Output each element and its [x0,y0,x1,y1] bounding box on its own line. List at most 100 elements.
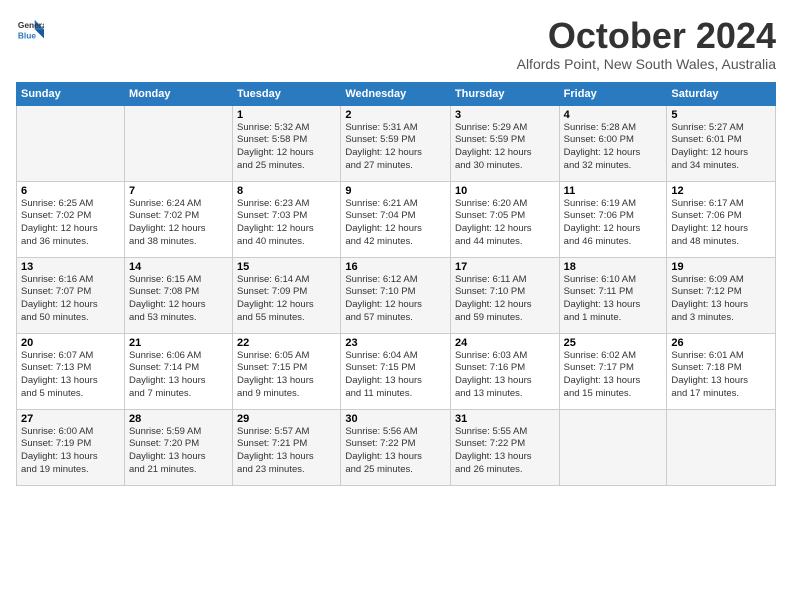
cell-content: Sunrise: 5:29 AM Sunset: 5:59 PM Dayligh… [455,122,555,173]
cell-content: Sunrise: 6:25 AM Sunset: 7:02 PM Dayligh… [21,198,120,249]
calendar-cell: 8Sunrise: 6:23 AM Sunset: 7:03 PM Daylig… [233,181,341,257]
day-number: 20 [21,337,120,349]
cell-content: Sunrise: 6:11 AM Sunset: 7:10 PM Dayligh… [455,274,555,325]
day-number: 5 [671,109,771,121]
calendar-cell [559,409,667,485]
day-number: 28 [129,413,228,425]
day-number: 19 [671,261,771,273]
calendar-cell: 29Sunrise: 5:57 AM Sunset: 7:21 PM Dayli… [233,409,341,485]
calendar-cell: 17Sunrise: 6:11 AM Sunset: 7:10 PM Dayli… [450,257,559,333]
calendar-cell: 13Sunrise: 6:16 AM Sunset: 7:07 PM Dayli… [17,257,125,333]
day-number: 24 [455,337,555,349]
col-thursday: Thursday [450,82,559,105]
cell-content: Sunrise: 6:04 AM Sunset: 7:15 PM Dayligh… [345,350,446,401]
calendar-cell: 3Sunrise: 5:29 AM Sunset: 5:59 PM Daylig… [450,105,559,181]
cell-content: Sunrise: 5:57 AM Sunset: 7:21 PM Dayligh… [237,426,336,477]
day-number: 25 [564,337,663,349]
svg-text:General: General [18,20,44,30]
month-title: October 2024 [517,16,776,56]
logo-icon: General Blue [16,16,44,44]
day-number: 18 [564,261,663,273]
day-number: 30 [345,413,446,425]
cell-content: Sunrise: 6:07 AM Sunset: 7:13 PM Dayligh… [21,350,120,401]
cell-content: Sunrise: 6:20 AM Sunset: 7:05 PM Dayligh… [455,198,555,249]
calendar-cell: 4Sunrise: 5:28 AM Sunset: 6:00 PM Daylig… [559,105,667,181]
calendar-cell: 30Sunrise: 5:56 AM Sunset: 7:22 PM Dayli… [341,409,451,485]
day-number: 29 [237,413,336,425]
cell-content: Sunrise: 6:16 AM Sunset: 7:07 PM Dayligh… [21,274,120,325]
calendar-cell: 1Sunrise: 5:32 AM Sunset: 5:58 PM Daylig… [233,105,341,181]
cell-content: Sunrise: 6:03 AM Sunset: 7:16 PM Dayligh… [455,350,555,401]
calendar-cell: 16Sunrise: 6:12 AM Sunset: 7:10 PM Dayli… [341,257,451,333]
calendar-cell: 24Sunrise: 6:03 AM Sunset: 7:16 PM Dayli… [450,333,559,409]
day-number: 11 [564,185,663,197]
col-wednesday: Wednesday [341,82,451,105]
col-sunday: Sunday [17,82,125,105]
day-number: 2 [345,109,446,121]
day-number: 1 [237,109,336,121]
day-number: 17 [455,261,555,273]
col-monday: Monday [124,82,232,105]
calendar-cell: 9Sunrise: 6:21 AM Sunset: 7:04 PM Daylig… [341,181,451,257]
calendar-cell: 6Sunrise: 6:25 AM Sunset: 7:02 PM Daylig… [17,181,125,257]
cell-content: Sunrise: 6:21 AM Sunset: 7:04 PM Dayligh… [345,198,446,249]
header: General Blue October 2024 Alfords Point,… [16,16,776,72]
day-number: 9 [345,185,446,197]
col-friday: Friday [559,82,667,105]
cell-content: Sunrise: 5:31 AM Sunset: 5:59 PM Dayligh… [345,122,446,173]
day-number: 22 [237,337,336,349]
cell-content: Sunrise: 6:24 AM Sunset: 7:02 PM Dayligh… [129,198,228,249]
svg-text:Blue: Blue [18,30,36,40]
calendar-cell: 14Sunrise: 6:15 AM Sunset: 7:08 PM Dayli… [124,257,232,333]
calendar-body: 1Sunrise: 5:32 AM Sunset: 5:58 PM Daylig… [17,105,776,485]
calendar-cell: 20Sunrise: 6:07 AM Sunset: 7:13 PM Dayli… [17,333,125,409]
location-subtitle: Alfords Point, New South Wales, Australi… [517,56,776,72]
calendar-cell: 19Sunrise: 6:09 AM Sunset: 7:12 PM Dayli… [667,257,776,333]
calendar-cell: 10Sunrise: 6:20 AM Sunset: 7:05 PM Dayli… [450,181,559,257]
day-number: 4 [564,109,663,121]
day-number: 3 [455,109,555,121]
calendar-cell [667,409,776,485]
cell-content: Sunrise: 6:10 AM Sunset: 7:11 PM Dayligh… [564,274,663,325]
calendar-cell: 21Sunrise: 6:06 AM Sunset: 7:14 PM Dayli… [124,333,232,409]
calendar-table: Sunday Monday Tuesday Wednesday Thursday… [16,82,776,486]
cell-content: Sunrise: 6:01 AM Sunset: 7:18 PM Dayligh… [671,350,771,401]
day-number: 6 [21,185,120,197]
calendar-cell: 11Sunrise: 6:19 AM Sunset: 7:06 PM Dayli… [559,181,667,257]
day-number: 14 [129,261,228,273]
calendar-cell [17,105,125,181]
calendar-cell: 28Sunrise: 5:59 AM Sunset: 7:20 PM Dayli… [124,409,232,485]
header-row: Sunday Monday Tuesday Wednesday Thursday… [17,82,776,105]
cell-content: Sunrise: 5:27 AM Sunset: 6:01 PM Dayligh… [671,122,771,173]
calendar-cell: 12Sunrise: 6:17 AM Sunset: 7:06 PM Dayli… [667,181,776,257]
col-tuesday: Tuesday [233,82,341,105]
calendar-cell: 26Sunrise: 6:01 AM Sunset: 7:18 PM Dayli… [667,333,776,409]
day-number: 31 [455,413,555,425]
calendar-cell: 23Sunrise: 6:04 AM Sunset: 7:15 PM Dayli… [341,333,451,409]
cell-content: Sunrise: 6:17 AM Sunset: 7:06 PM Dayligh… [671,198,771,249]
cell-content: Sunrise: 5:55 AM Sunset: 7:22 PM Dayligh… [455,426,555,477]
calendar-cell: 5Sunrise: 5:27 AM Sunset: 6:01 PM Daylig… [667,105,776,181]
calendar-cell: 31Sunrise: 5:55 AM Sunset: 7:22 PM Dayli… [450,409,559,485]
calendar-week-1: 1Sunrise: 5:32 AM Sunset: 5:58 PM Daylig… [17,105,776,181]
calendar-cell: 27Sunrise: 6:00 AM Sunset: 7:19 PM Dayli… [17,409,125,485]
calendar-cell [124,105,232,181]
title-section: October 2024 Alfords Point, New South Wa… [517,16,776,72]
day-number: 23 [345,337,446,349]
day-number: 26 [671,337,771,349]
cell-content: Sunrise: 6:05 AM Sunset: 7:15 PM Dayligh… [237,350,336,401]
calendar-cell: 18Sunrise: 6:10 AM Sunset: 7:11 PM Dayli… [559,257,667,333]
cell-content: Sunrise: 6:15 AM Sunset: 7:08 PM Dayligh… [129,274,228,325]
calendar-week-2: 6Sunrise: 6:25 AM Sunset: 7:02 PM Daylig… [17,181,776,257]
calendar-cell: 25Sunrise: 6:02 AM Sunset: 7:17 PM Dayli… [559,333,667,409]
calendar-cell: 2Sunrise: 5:31 AM Sunset: 5:59 PM Daylig… [341,105,451,181]
day-number: 13 [21,261,120,273]
day-number: 27 [21,413,120,425]
day-number: 10 [455,185,555,197]
calendar-cell: 7Sunrise: 6:24 AM Sunset: 7:02 PM Daylig… [124,181,232,257]
cell-content: Sunrise: 6:12 AM Sunset: 7:10 PM Dayligh… [345,274,446,325]
day-number: 7 [129,185,228,197]
cell-content: Sunrise: 6:02 AM Sunset: 7:17 PM Dayligh… [564,350,663,401]
cell-content: Sunrise: 5:28 AM Sunset: 6:00 PM Dayligh… [564,122,663,173]
cell-content: Sunrise: 6:09 AM Sunset: 7:12 PM Dayligh… [671,274,771,325]
